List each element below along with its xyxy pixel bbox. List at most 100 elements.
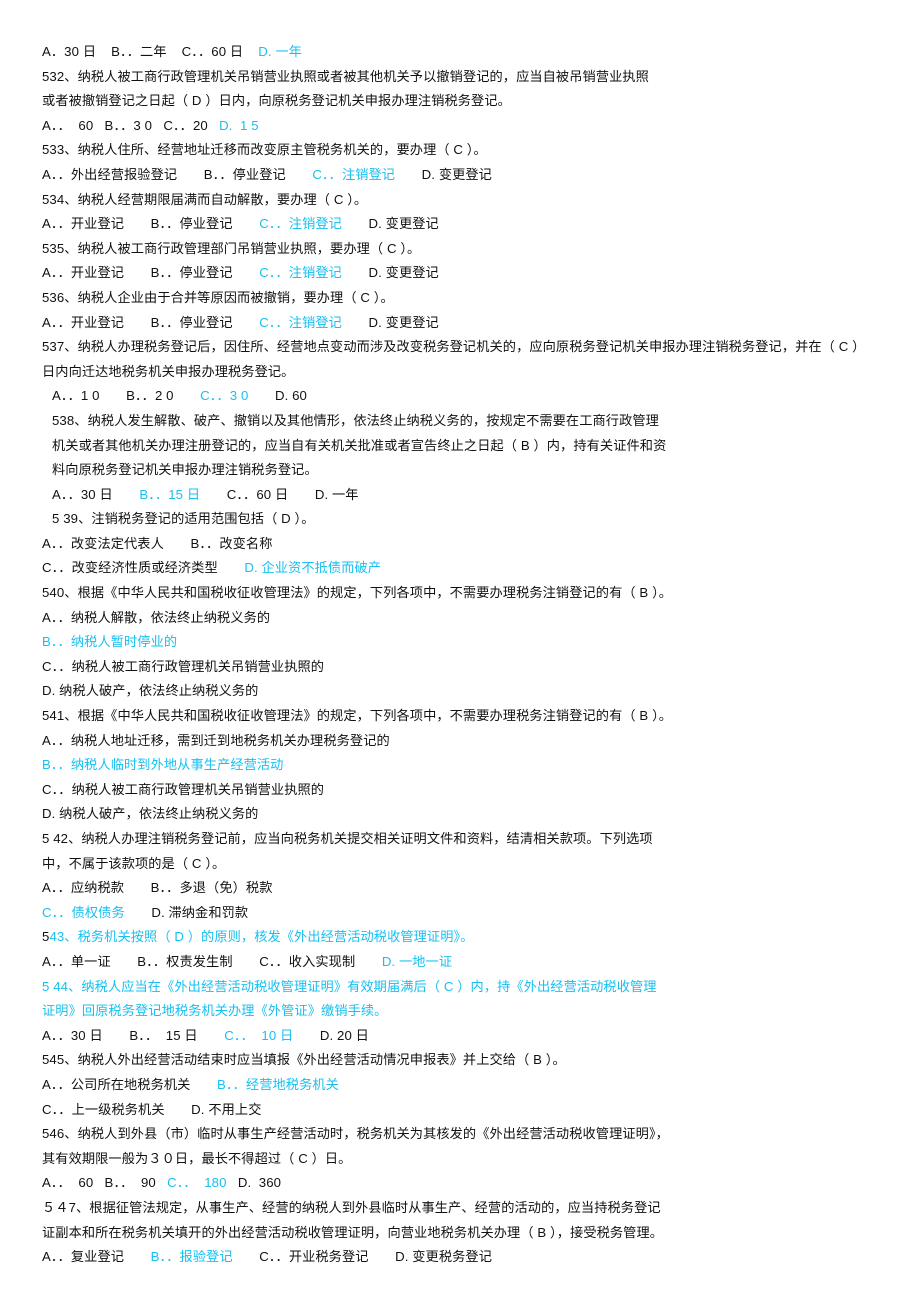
text-line: C．．改变经济性质或经济类型 D. 企业资不抵债而破产	[42, 556, 910, 581]
body-text: D. 纳税人破产，依法终止纳税义务的	[42, 683, 259, 699]
body-text: 541、根据《中华人民共和国税收征收管理法》的规定，下列各项中，不需要办理税务注…	[42, 708, 673, 724]
text-line: 其有效期限一般为３０日，最长不得超过（ C ）日。	[42, 1147, 910, 1172]
body-text: ５４7、根据征管法规定，从事生产、经营的纳税人到外县临时从事生产、经营的活动的，…	[42, 1199, 661, 1215]
text-line: B．．纳税人暂时停业的	[42, 630, 910, 655]
highlighted-answer-text: C．．3 0	[200, 388, 249, 404]
text-line: 540、根据《中华人民共和国税收征收管理法》的规定，下列各项中，不需要办理税务注…	[42, 581, 910, 606]
highlighted-answer-text: B．．报验登记	[150, 1249, 233, 1265]
text-line: 535、纳税人被工商行政管理部门吊销营业执照，要办理（ C ）。	[42, 237, 910, 262]
body-text: 537、纳税人办理税务登记后，因住所、经营地点变动而涉及改变税务登记机关的，应向…	[42, 339, 866, 355]
text-line: C．．纳税人被工商行政管理机关吊销营业执照的	[42, 778, 910, 803]
text-line: 543、税务机关按照（ D ）的原则，核发《外出经营活动税收管理证明》。	[42, 925, 910, 950]
text-line: A．．30 日 B．． 15 日 C．． 10 日 D. 20 日	[42, 1024, 910, 1049]
text-line: A．．外出经营报验登记 B．．停业登记 C．．注销登记 D. 变更登记	[42, 163, 910, 188]
body-text: A．．改变法定代表人 B．．改变名称	[42, 535, 273, 551]
text-line: A．．1 0 B．．2 0 C．．3 0 D. 60	[42, 384, 910, 409]
highlighted-answer-text: B．．经营地税务机关	[217, 1076, 339, 1092]
body-text: A．．1 0 B．．2 0	[52, 388, 201, 404]
body-text: D. 变更登记	[395, 166, 492, 182]
text-line: 546、纳税人到外县（市）临时从事生产经营活动时，税务机关为其核发的《外出经营活…	[42, 1122, 910, 1147]
body-text: 545、纳税人外出经营活动结束时应当填报《外出经营活动情况申报表》并上交给（ B…	[42, 1052, 566, 1068]
text-line: 证明》回原税务登记地税务机关办理《外管证》缴销手续。	[42, 999, 910, 1024]
highlighted-answer-text: C．． 10 日	[224, 1027, 294, 1043]
body-text: 证副本和所在税务机关填开的外出经营活动税收管理证明，向营业地税务机关办理（ B …	[42, 1224, 664, 1240]
body-text: A．．30 日	[52, 486, 140, 502]
text-line: 537、纳税人办理税务登记后，因住所、经营地点变动而涉及改变税务登记机关的，应向…	[42, 335, 910, 360]
body-text: D. 变更登记	[341, 314, 439, 330]
body-text: C．．纳税人被工商行政管理机关吊销营业执照的	[42, 658, 325, 674]
body-text: A．．30 日 B．． 15 日	[42, 1027, 225, 1043]
body-text: C．．纳税人被工商行政管理机关吊销营业执照的	[42, 781, 325, 797]
body-text: C．．开业税务登记 D. 变更税务登记	[232, 1249, 492, 1265]
body-text: A．． 60 B．． 90	[42, 1175, 168, 1191]
text-line: A．．开业登记 B．．停业登记 C．．注销登记 D. 变更登记	[42, 212, 910, 237]
text-line: 532、纳税人被工商行政管理机关吊销营业执照或者被其他机关予以撤销登记的，应当自…	[42, 65, 910, 90]
text-line: 料向原税务登记机关申报办理注销税务登记。	[42, 458, 910, 483]
body-text: 534、纳税人经营期限届满而自动解散，要办理（ C ）。	[42, 191, 368, 207]
highlighted-answer-text: C．．注销登记	[259, 265, 342, 281]
highlighted-answer-text: D. 企业资不抵债而破产	[244, 560, 382, 576]
body-text: 536、纳税人企业由于合并等原因而被撤销，要办理（ C ）。	[42, 289, 394, 305]
text-line: 534、纳税人经营期限届满而自动解散，要办理（ C ）。	[42, 188, 910, 213]
body-text: 日内向迁达地税务机关申报办理税务登记。	[42, 363, 295, 379]
highlighted-answer-text: B．．纳税人暂时停业的	[42, 634, 178, 650]
body-text: D. 滞纳金和罚款	[124, 904, 249, 920]
highlighted-answer-text: D. 一年	[258, 44, 302, 59]
body-text: D. 变更登记	[341, 216, 439, 232]
text-line: 545、纳税人外出经营活动结束时应当填报《外出经营活动情况申报表》并上交给（ B…	[42, 1048, 910, 1073]
text-line: C．．纳税人被工商行政管理机关吊销营业执照的	[42, 655, 910, 680]
highlighted-answer-text: 43、税务机关按照（ D ）的原则，核发《外出经营活动税收管理证明》。	[49, 929, 474, 945]
text-line: A．．单一证 B．．权责发生制 C．．收入实现制 D. 一地一证	[42, 950, 910, 975]
text-line: 533、纳税人住所、经营地址迁移而改变原主管税务机关的，要办理（ C ）。	[42, 138, 910, 163]
body-text: 546、纳税人到外县（市）临时从事生产经营活动时，税务机关为其核发的《外出经营活…	[42, 1126, 669, 1142]
highlighted-answer-text: B．．15 日	[139, 486, 201, 502]
body-text: 其有效期限一般为３０日，最长不得超过（ C ）日。	[42, 1150, 352, 1166]
text-line: 机关或者其他机关办理注册登记的，应当自有关机关批准或者宣告终止之日起（ B ）内…	[42, 434, 910, 459]
highlighted-answer-text: C．． 180	[167, 1175, 227, 1191]
body-text: 533、纳税人住所、经营地址迁移而改变原主管税务机关的，要办理（ C ）。	[42, 142, 487, 158]
text-line: A．． 60 B．．3 0 C．．20 D. 1 5	[42, 114, 910, 139]
body-text: A．． 60 B．．3 0 C．．20	[42, 117, 220, 133]
body-text: 机关或者其他机关办理注册登记的，应当自有关机关批准或者宣告终止之日起（ B ）内…	[52, 437, 667, 453]
document-page: A．30 日 B．．二年 C．．60 日 D. 一年 532、纳税人被工商行政管理…	[0, 0, 920, 1302]
text-line: A．． 60 B．． 90 C．． 180 D. 360	[42, 1171, 910, 1196]
body-text: A．．复业登记	[42, 1249, 151, 1265]
highlighted-answer-text: 证明》回原税务登记地税务机关办理《外管证》缴销手续。	[42, 1003, 388, 1019]
text-line: 5 42、纳税人办理注销税务登记前，应当向税务机关提交相关证明文件和资料，结清相…	[42, 827, 910, 852]
text-line: 536、纳税人企业由于合并等原因而被撤销，要办理（ C ）。	[42, 286, 910, 311]
body-text: A．．公司所在地税务机关	[42, 1076, 218, 1092]
body-text: D. 纳税人破产，依法终止纳税义务的	[42, 806, 259, 822]
body-text: D. 60	[248, 388, 307, 404]
text-line: A．．改变法定代表人 B．．改变名称	[42, 532, 910, 557]
highlighted-answer-text: D. 1 5	[219, 117, 259, 133]
text-line: 或者被撤销登记之日起（ D ）日内，向原税务登记机关申报办理注销税务登记。	[42, 89, 910, 114]
highlighted-answer-text: B．．纳税人临时到外地从事生产经营活动	[42, 757, 284, 773]
highlighted-answer-text: C．．注销登记	[312, 166, 396, 182]
body-text: A．．外出经营报验登记 B．．停业登记	[42, 166, 313, 182]
body-text: A．．纳税人地址迁移，需到迁到地税务机关办理税务登记的	[42, 732, 390, 748]
body-text: A．30 日 B．．二年 C．．60 日	[42, 44, 259, 59]
body-text: A．．单一证 B．．权责发生制 C．．收入实现制	[42, 953, 382, 969]
body-text: 料向原税务登记机关申报办理注销税务登记。	[52, 462, 318, 478]
text-line: 538、纳税人发生解散、破产、撤销以及其他情形，依法终止纳税义务的，按规定不需要…	[42, 409, 910, 434]
highlighted-answer-text: D. 一地一证	[381, 953, 453, 969]
body-text: A．．应纳税款 B．．多退（免）税款	[42, 880, 273, 896]
body-text: 535、纳税人被工商行政管理部门吊销营业执照，要办理（ C ）。	[42, 240, 421, 256]
text-line: 中，不属于该款项的是（ C ）。	[42, 852, 910, 877]
text-line: ５４7、根据征管法规定，从事生产、经营的纳税人到外县临时从事生产、经营的活动的，…	[42, 1196, 910, 1221]
body-text: C．．改变经济性质或经济类型	[42, 560, 245, 576]
text-line: 541、根据《中华人民共和国税收征收管理法》的规定，下列各项中，不需要办理税务注…	[42, 704, 910, 729]
text-line: A．．30 日 B．．15 日 C．．60 日 D. 一年	[42, 483, 910, 508]
text-line: A．．公司所在地税务机关 B．．经营地税务机关	[42, 1073, 910, 1098]
body-text: D. 360	[226, 1175, 282, 1191]
body-text: 5 39、注销税务登记的适用范围包括（ D ）。	[52, 511, 315, 527]
text-line: A．．纳税人解散，依法终止纳税义务的	[42, 606, 910, 631]
highlighted-answer-text: C．．注销登记	[259, 216, 342, 232]
text-line: 证副本和所在税务机关填开的外出经营活动税收管理证明，向营业地税务机关办理（ B …	[42, 1221, 910, 1246]
body-text: 540、根据《中华人民共和国税收征收管理法》的规定，下列各项中，不需要办理税务注…	[42, 585, 673, 601]
body-text: 532、纳税人被工商行政管理机关吊销营业执照或者被其他机关予以撤销登记的，应当自…	[42, 68, 649, 84]
body-text: A．．开业登记 B．．停业登记	[42, 216, 260, 232]
text-line: D. 纳税人破产，依法终止纳税义务的	[42, 802, 910, 827]
body-text: 5 42、纳税人办理注销税务登记前，应当向税务机关提交相关证明文件和资料，结清相…	[42, 831, 653, 846]
body-text: D. 变更登记	[341, 265, 439, 281]
